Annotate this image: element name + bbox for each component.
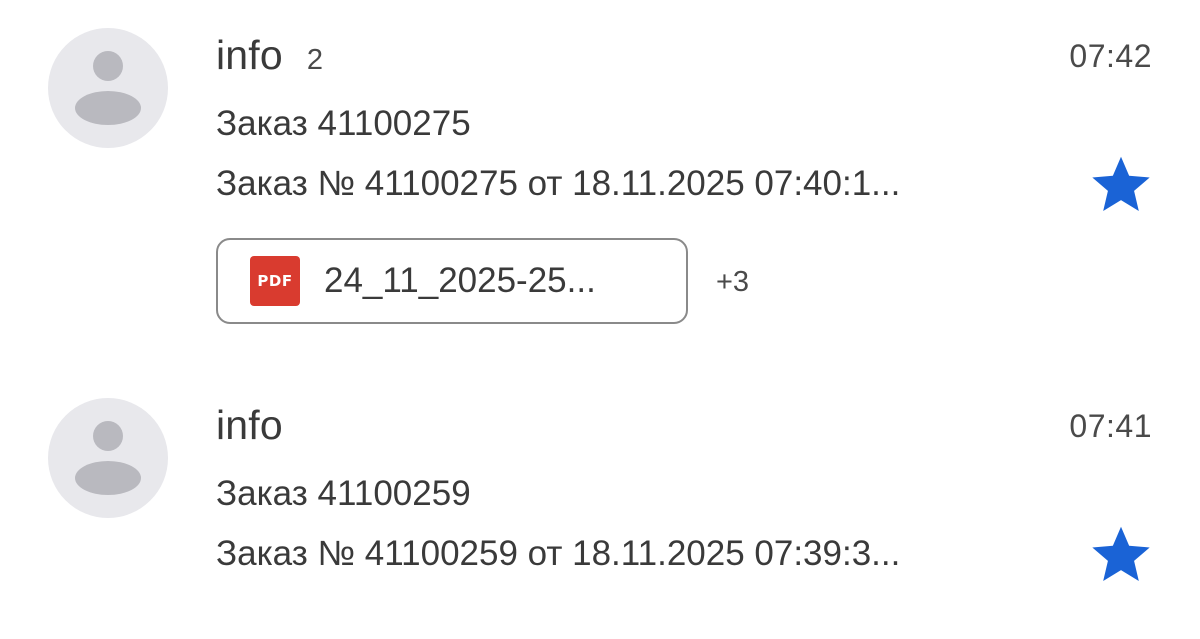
- attachment-name: 24_11_2025-25...: [324, 261, 596, 300]
- avatar: [48, 398, 168, 518]
- person-icon: [75, 51, 141, 125]
- sender-line: info: [216, 402, 283, 458]
- email-subject: Заказ 41100259: [216, 474, 471, 513]
- email-time: 07:41: [1069, 408, 1152, 444]
- avatar: [48, 28, 168, 148]
- email-row[interactable]: info 2 07:42 Заказ 41100275 Заказ № 4110…: [0, 0, 1200, 360]
- star-icon[interactable]: [1088, 522, 1154, 586]
- person-icon: [75, 421, 141, 495]
- sender-name: info: [216, 402, 283, 448]
- attachment-chip[interactable]: PDF 24_11_2025-25...: [216, 238, 688, 324]
- sender-line: info 2: [216, 32, 323, 88]
- email-preview: Заказ № 41100275 от 18.11.2025 07:40:1..…: [216, 164, 901, 203]
- email-time: 07:42: [1069, 38, 1152, 74]
- star-icon[interactable]: [1088, 152, 1154, 216]
- email-row[interactable]: info 07:41 Заказ 41100259 Заказ № 411002…: [0, 370, 1200, 639]
- email-preview: Заказ № 41100259 от 18.11.2025 07:39:3..…: [216, 534, 901, 573]
- email-subject: Заказ 41100275: [216, 104, 471, 143]
- email-list: info 2 07:42 Заказ 41100275 Заказ № 4110…: [0, 0, 1200, 639]
- pdf-icon: PDF: [250, 256, 300, 306]
- more-attachments-count[interactable]: +3: [716, 266, 749, 299]
- thread-count: 2: [306, 44, 324, 76]
- sender-name: info: [216, 32, 283, 78]
